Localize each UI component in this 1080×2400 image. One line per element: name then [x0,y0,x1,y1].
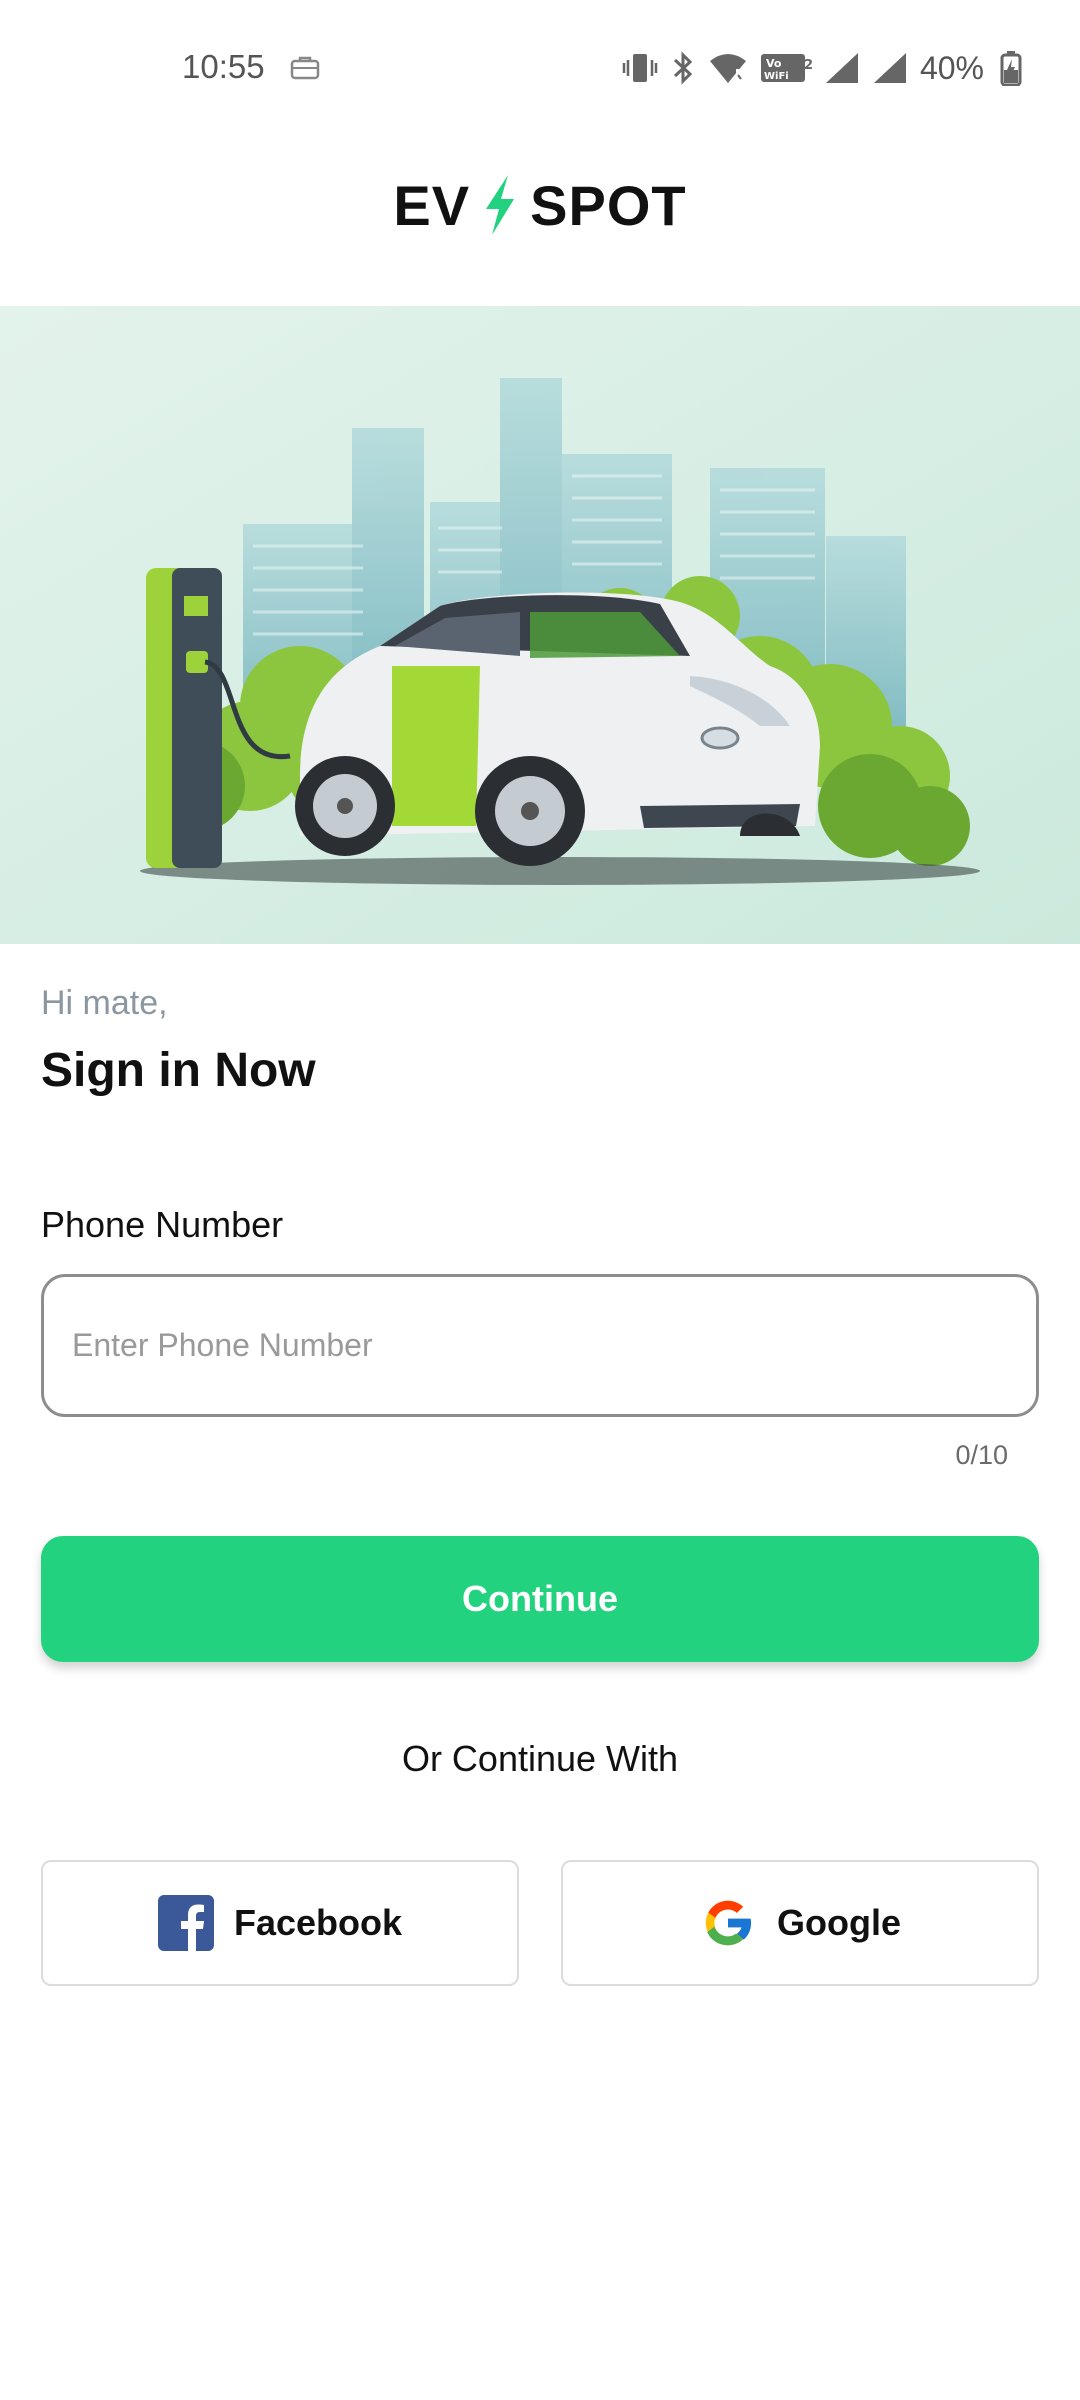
google-icon [705,1900,752,1946]
signal-icon [825,53,858,83]
signal-icon [873,53,906,83]
svg-text:Vo: Vo [766,57,782,70]
google-label: Google [777,1902,901,1943]
page-title: Sign in Now [41,1044,316,1097]
phone-label: Phone Number [41,1204,284,1245]
electric-car-illustration [0,306,1080,944]
facebook-label: Facebook [233,1902,403,1943]
logo-text-ev: EV [393,173,471,237]
facebook-button[interactable]: Facebook [41,1860,519,1986]
bluetooth-icon [673,51,693,85]
facebook-icon [157,1895,214,1951]
svg-text:WiFi: WiFi [764,71,789,82]
greeting-text: Hi mate, [41,984,168,1022]
character-counter: 0/10 [955,1440,1008,1470]
status-bar: 10:55 Vo WiFi 2 40% [0,0,1080,136]
battery-charging-icon [1000,51,1022,86]
vibrate-icon [622,54,658,82]
phone-input[interactable] [41,1274,1039,1417]
status-icons: Vo WiFi 2 40% [622,46,1022,90]
continue-button[interactable]: Continue [41,1536,1039,1662]
app-logo: EV SPOT [0,162,1080,248]
google-button[interactable]: Google [561,1860,1039,1986]
battery-level: 40% [919,49,984,86]
hero-illustration [0,306,1080,944]
lightning-bolt-icon [486,175,515,235]
wifi-icon [709,54,746,83]
status-time: 10:55 [182,48,265,85]
logo-text-spot: SPOT [530,173,687,237]
briefcase-icon [290,54,320,85]
vowifi-icon: VoWiFi 2 [760,54,812,82]
or-continue-with-text: Or Continue With [401,1738,679,1779]
svg-text:2: 2 [804,58,812,73]
